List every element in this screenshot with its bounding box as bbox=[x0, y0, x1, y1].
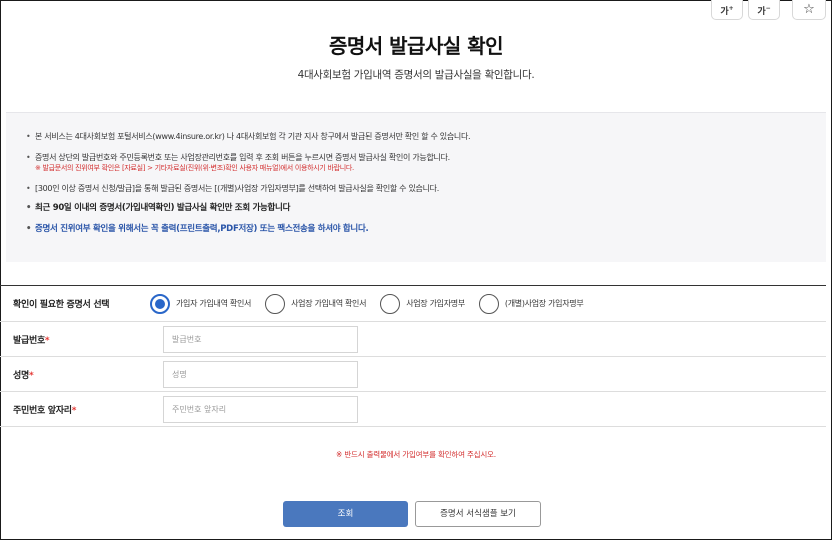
rrn-label-text: 주민번호 앞자리 bbox=[13, 405, 72, 416]
view-sample-button[interactable]: 증명서 서식샘플 보기 bbox=[415, 501, 541, 527]
notice-item: [300인 이상 증명서 신청/발급]을 통해 발급된 증명서는 [(개별)사업… bbox=[26, 183, 826, 194]
page-title: 증명서 발급사실 확인 bbox=[328, 34, 504, 58]
page-subtitle: 4대사회보험 가입내역 증명서의 발급사실을 확인합니다. bbox=[297, 69, 535, 81]
plus-icon: + bbox=[728, 5, 734, 12]
radio-label: 사업장 가입내역 확인서 bbox=[291, 299, 367, 308]
favorite-button[interactable]: ☆ bbox=[792, 0, 826, 20]
notice-item: 증명서 상단의 발급번호와 주민등록번호 또는 사업장관리번호를 입력 후 조회… bbox=[26, 152, 826, 174]
name-label-text: 성명 bbox=[13, 370, 29, 381]
issue-number-input[interactable]: 발급번호 bbox=[163, 325, 358, 353]
cert-type-label: 확인이 필요한 증명서 선택 bbox=[13, 300, 110, 310]
rrn-row: 주민번호 앞자리* 주민번호 앞자리 bbox=[0, 392, 826, 427]
radio-label: 가입자 가입내역 확인서 bbox=[176, 299, 252, 308]
name-input[interactable]: 성명 bbox=[163, 360, 358, 388]
font-decrease-button[interactable]: 가− bbox=[748, 0, 780, 20]
issue-number-label-text: 발급번호 bbox=[13, 335, 45, 346]
verification-form: 확인이 필요한 증명서 선택 가입자 가입내역 확인서 사업장 가입내역 확인서… bbox=[0, 285, 826, 427]
font-decrease-label: 가 bbox=[757, 7, 766, 17]
rrn-input[interactable]: 주민번호 앞자리 bbox=[163, 395, 358, 423]
name-label: 성명* bbox=[0, 368, 150, 381]
radio-empty-icon[interactable] bbox=[265, 293, 286, 314]
notice-item: 본 서비스는 4대사회보험 포털서비스(www.4insure.or.kr) 나… bbox=[26, 131, 826, 142]
query-button[interactable]: 조회 bbox=[283, 501, 408, 527]
font-increase-label: 가 bbox=[720, 7, 729, 17]
minus-icon: − bbox=[765, 5, 771, 12]
notice-box: 본 서비스는 4대사회보험 포털서비스(www.4insure.or.kr) 나… bbox=[6, 112, 826, 262]
radio-label: 사업장 가입자명부 bbox=[406, 299, 465, 308]
radio-empty-icon[interactable] bbox=[380, 293, 401, 314]
radio-workplace-roster[interactable]: 사업장 가입자명부 bbox=[380, 293, 465, 314]
radio-workplace-history[interactable]: 사업장 가입내역 확인서 bbox=[265, 293, 367, 314]
font-increase-button[interactable]: 가+ bbox=[711, 0, 743, 20]
cert-type-row: 확인이 필요한 증명서 선택 가입자 가입내역 확인서 사업장 가입내역 확인서… bbox=[0, 286, 826, 322]
radio-empty-icon[interactable] bbox=[478, 293, 499, 314]
notice-item-blue: 증명서 진위여부 확인을 위해서는 꼭 출력(프린트출력,PDF저장) 또는 팩… bbox=[26, 224, 826, 235]
star-icon: ☆ bbox=[803, 2, 815, 17]
radio-individual-workplace-roster[interactable]: (개별)사업장 가입자명부 bbox=[478, 293, 584, 314]
notice-list: 본 서비스는 4대사회보험 포털서비스(www.4insure.or.kr) 나… bbox=[6, 113, 826, 235]
radio-member-history[interactable]: 가입자 가입내역 확인서 bbox=[150, 293, 252, 314]
required-mark: * bbox=[44, 335, 50, 346]
warning-text: ※ 반드시 출력물에서 가입여부를 확인하여 주십시오. bbox=[336, 450, 496, 459]
cert-type-radio-group: 가입자 가입내역 확인서 사업장 가입내역 확인서 사업장 가입자명부 (개별)… bbox=[150, 293, 597, 314]
name-row: 성명* 성명 bbox=[0, 357, 826, 392]
notice-item-bold: 최근 90일 이내의 증명서(가입내역확인) 발급사실 확인만 조회 가능합니다 bbox=[26, 203, 826, 214]
required-mark: * bbox=[71, 405, 77, 416]
rrn-label: 주민번호 앞자리* bbox=[0, 403, 150, 416]
notice-item-text: 증명서 상단의 발급번호와 주민등록번호 또는 사업장관리번호를 입력 후 조회… bbox=[35, 153, 450, 162]
radio-label: (개별)사업장 가입자명부 bbox=[504, 299, 584, 308]
required-mark: * bbox=[28, 370, 34, 381]
radio-selected-icon[interactable] bbox=[150, 293, 170, 314]
notice-item-note: ※ 발급문서의 진위여부 확인은 [자료실] > 기타자료실(진위(위·변조)확… bbox=[35, 164, 354, 172]
issue-number-label: 발급번호* bbox=[0, 333, 150, 346]
issue-number-row: 발급번호* 발급번호 bbox=[0, 322, 826, 357]
